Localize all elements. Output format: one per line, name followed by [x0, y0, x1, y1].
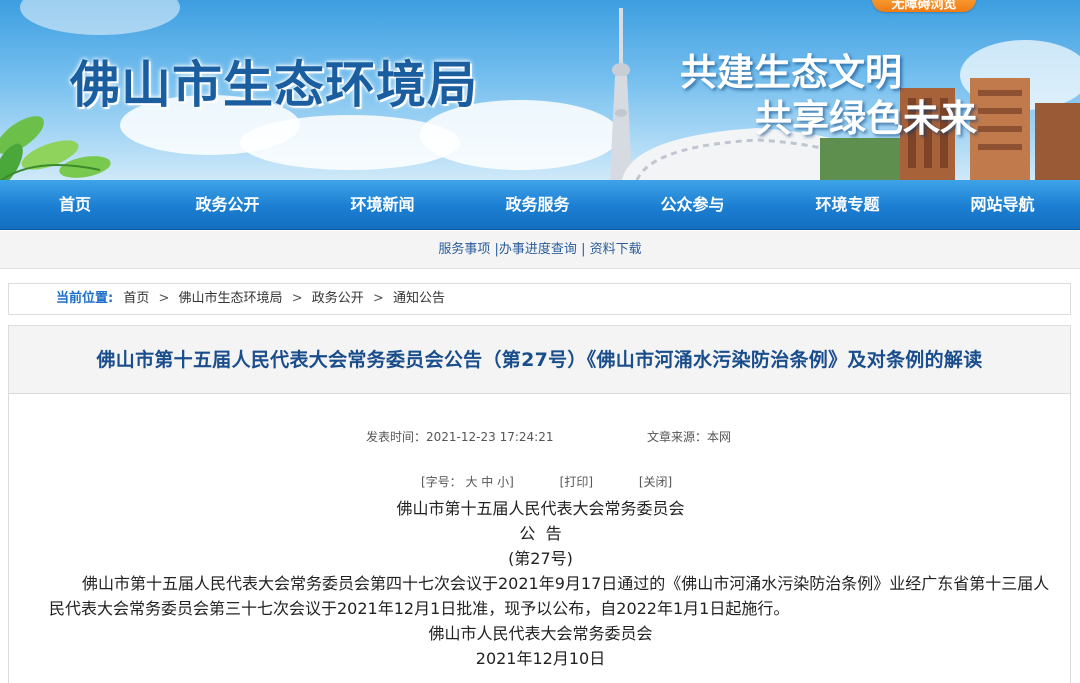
slogan-line-2: 共享绿色未来	[755, 97, 977, 140]
article-source-label: 文章来源：	[647, 430, 708, 444]
article-panel: 佛山市第十五届人民代表大会常务委员会公告（第27号）《佛山市河涌水污染防治条例》…	[8, 325, 1071, 683]
nav-item-public-participation[interactable]: 公众参与	[615, 180, 770, 229]
font-size-control[interactable]: [字号： 大 中 小]	[421, 475, 514, 489]
service-items-link[interactable]: 服务事项	[438, 242, 490, 257]
notice-signature: 佛山市人民代表大会常务委员会	[428, 624, 653, 643]
notice-number: (第27号)	[508, 549, 573, 568]
article-tools: [字号： 大 中 小] [打印] [关闭]	[421, 473, 672, 490]
notice-paragraph: 佛山市第十五届人民代表大会常务委员会第四十七次会议于2021年9月17日通过的《…	[49, 574, 1050, 618]
nav-item-env-topics[interactable]: 环境专题	[770, 180, 925, 229]
notice-sign-date: 2021年12月10日	[475, 649, 606, 668]
breadcrumb-label: 当前位置:	[56, 291, 114, 306]
nav-item-home[interactable]: 首页	[0, 180, 150, 229]
nav-item-site-map[interactable]: 网站导航	[925, 180, 1080, 229]
nav-item-gov-affairs[interactable]: 政务公开	[150, 180, 305, 229]
article-title: 佛山市第十五届人民代表大会常务委员会公告（第27号）《佛山市河涌水污染防治条例》…	[96, 349, 983, 371]
breadcrumb-home[interactable]: 首页	[123, 291, 149, 306]
article-source-value: 本网	[707, 430, 732, 444]
nav-item-env-news[interactable]: 环境新闻	[305, 180, 460, 229]
article-header: 佛山市第十五届人民代表大会常务委员会公告（第27号）《佛山市河涌水污染防治条例》…	[9, 326, 1070, 394]
breadcrumb-arrow: >	[291, 291, 303, 306]
notice-heading: 公 告	[519, 524, 562, 543]
breadcrumb-bureau[interactable]: 佛山市生态环境局	[179, 291, 283, 306]
nav-item-gov-services[interactable]: 政务服务	[460, 180, 615, 229]
article-body: 佛山市第十五届人民代表大会常务委员会 公 告 (第27号) 佛山市第十五届人民代…	[9, 496, 1072, 671]
cloud-decoration	[20, 0, 180, 35]
print-button[interactable]: [打印]	[560, 475, 593, 489]
article-source: 文章来源：本网	[647, 428, 731, 445]
publish-date: 发表时间：2021-12-23 17:24:21	[366, 428, 553, 445]
site-title: 佛山市生态环境局	[70, 56, 478, 114]
downloads-link[interactable]: 资料下载	[590, 242, 642, 257]
close-button[interactable]: [关闭]	[639, 475, 672, 489]
publish-date-value: 2021-12-23 17:24:21	[426, 430, 554, 444]
breadcrumb-gov-affairs[interactable]: 政务公开	[312, 291, 364, 306]
breadcrumb-notices[interactable]: 通知公告	[393, 291, 445, 306]
breadcrumb: 当前位置: 首页 > 佛山市生态环境局 > 政务公开 > 通知公告	[8, 283, 1071, 315]
publish-date-label: 发表时间：	[366, 430, 427, 444]
main-nav: 首页 政务公开 环境新闻 政务服务 公众参与 环境专题 网站导航	[0, 180, 1080, 230]
notice-issuer: 佛山市第十五届人民代表大会常务委员会	[396, 499, 685, 518]
breadcrumb-arrow: >	[158, 291, 170, 306]
breadcrumb-arrow: >	[372, 291, 384, 306]
separator: |	[581, 242, 586, 257]
progress-query-link[interactable]: 办事进度查询	[499, 242, 577, 257]
accessibility-label: 无障碍浏览	[891, 0, 957, 12]
header-banner: 无障碍浏览 佛山市生态环境局 共建生态文明 共享绿色未来	[0, 0, 1080, 180]
service-links-bar: 服务事项 |办事进度查询 | 资料下载	[0, 231, 1080, 269]
accessibility-button[interactable]: 无障碍浏览	[872, 0, 976, 12]
